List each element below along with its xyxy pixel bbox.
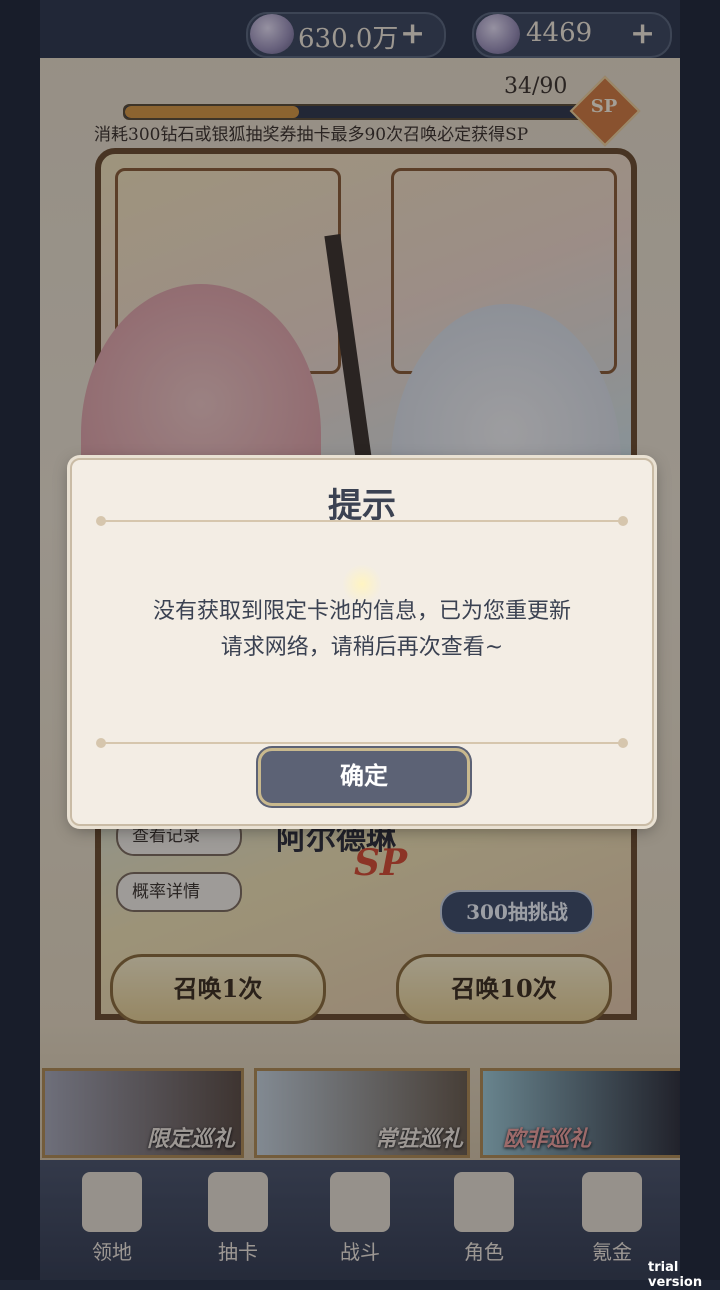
bottom-divider <box>102 742 622 744</box>
dialog-message-line1: 没有获取到限定卡池的信息，已为您重更新 <box>152 599 571 624</box>
dialog-message: 没有获取到限定卡池的信息，已为您重更新 请求网络，请稍后再次查看~ <box>112 594 612 666</box>
confirm-button[interactable]: 确定 <box>258 748 470 806</box>
notice-dialog: 提示 没有获取到限定卡池的信息，已为您重更新 请求网络，请稍后再次查看~ 确定 <box>70 458 654 826</box>
watermark-text: trial version <box>648 1260 703 1290</box>
title-divider <box>102 520 622 522</box>
divider-ornament-icon <box>618 738 628 748</box>
divider-ornament-icon <box>96 516 106 526</box>
divider-ornament-icon <box>96 738 106 748</box>
dialog-message-line2: 请求网络，请稍后再次查看~ <box>220 635 504 660</box>
divider-ornament-icon <box>618 516 628 526</box>
